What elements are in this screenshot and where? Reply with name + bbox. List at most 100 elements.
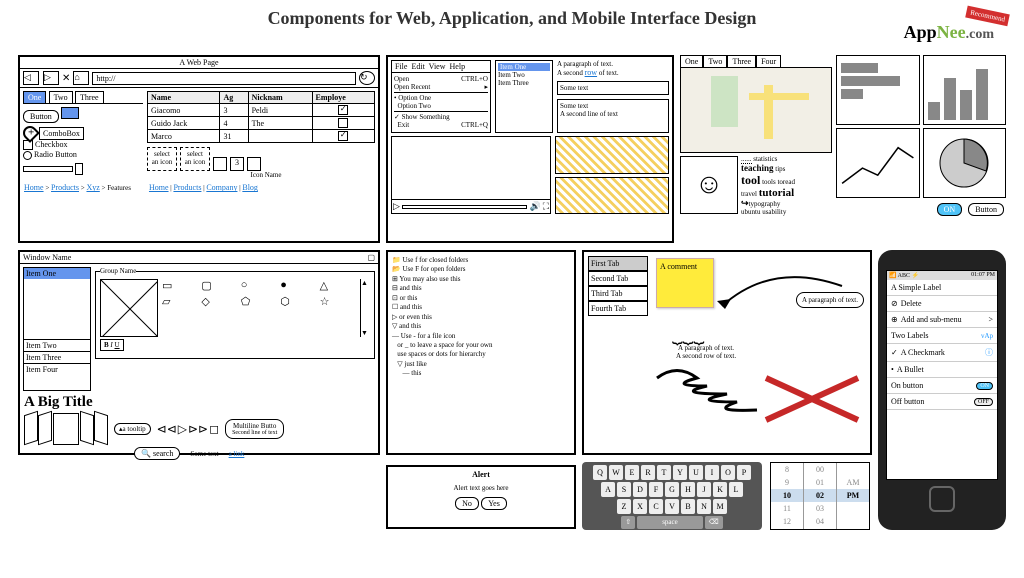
- slider-track[interactable]: [23, 166, 73, 172]
- format-toolbar[interactable]: B I U: [100, 339, 124, 351]
- back-icon[interactable]: ◁: [23, 71, 39, 85]
- tab-three[interactable]: Three: [75, 91, 104, 103]
- menu-edit[interactable]: Edit: [411, 62, 424, 71]
- key[interactable]: M: [713, 499, 727, 514]
- scrollbar[interactable]: ▲▼: [360, 279, 370, 337]
- tree-item[interactable]: ▽ just like: [392, 360, 570, 369]
- menu-item[interactable]: ✓ Show Something: [394, 113, 488, 121]
- key[interactable]: B: [681, 499, 695, 514]
- tab-one[interactable]: One: [23, 91, 46, 103]
- menu-help[interactable]: Help: [450, 62, 466, 71]
- tree-item[interactable]: or _ to leave a space for your own: [392, 341, 570, 350]
- menu-item[interactable]: Open CTRL+O: [394, 75, 488, 83]
- shape-palette[interactable]: ▭▢○●△ ▱◇⬠⬡☆: [162, 279, 356, 337]
- combobox[interactable]: ComboBox: [39, 127, 84, 140]
- tree-item[interactable]: 📂 Use F for open folders: [392, 265, 570, 274]
- play-icon[interactable]: ▷: [393, 201, 400, 212]
- map-widget[interactable]: [680, 67, 832, 153]
- color-swatch[interactable]: [61, 107, 79, 119]
- link[interactable]: a link: [229, 450, 245, 458]
- key[interactable]: K: [713, 482, 727, 497]
- menu-item[interactable]: Open Recent ▸: [394, 83, 488, 91]
- list-item[interactable]: •A Bullet: [887, 362, 997, 378]
- radio[interactable]: [23, 151, 32, 160]
- tree-item[interactable]: ☐ and this: [392, 303, 570, 312]
- menu-file[interactable]: File: [395, 62, 407, 71]
- key[interactable]: L: [729, 482, 743, 497]
- home-icon[interactable]: ⌂: [73, 71, 89, 85]
- progress-bar[interactable]: [402, 205, 528, 209]
- key[interactable]: T: [657, 465, 671, 480]
- tree-item[interactable]: ▷ or even this: [392, 313, 570, 322]
- key[interactable]: Q: [593, 465, 607, 480]
- key[interactable]: Y: [673, 465, 687, 480]
- list-item[interactable]: Off buttonOFF: [887, 394, 997, 410]
- sticky-note[interactable]: A comment: [656, 258, 714, 308]
- tree-item[interactable]: — this: [392, 369, 570, 378]
- table-row[interactable]: Marco31: [148, 130, 375, 143]
- key[interactable]: X: [633, 499, 647, 514]
- list-item[interactable]: A Simple Label: [887, 280, 997, 296]
- list-item[interactable]: ⊘Delete: [887, 296, 997, 312]
- key[interactable]: H: [681, 482, 695, 497]
- key[interactable]: U: [689, 465, 703, 480]
- vtab[interactable]: Second Tab: [588, 271, 648, 286]
- toggle[interactable]: ON: [976, 382, 993, 390]
- textarea[interactable]: Some textA second line of text: [557, 99, 669, 133]
- listbox[interactable]: Item One Item Two Item Three: [495, 60, 553, 133]
- list-item[interactable]: On buttonON: [887, 378, 997, 394]
- tree-item[interactable]: 📁 Use f for closed folders: [392, 256, 570, 265]
- key[interactable]: I: [705, 465, 719, 480]
- play-icon[interactable]: ▷: [178, 422, 187, 437]
- stop-icon[interactable]: ◻: [209, 422, 219, 437]
- tree-item[interactable]: ▽ and this: [392, 322, 570, 331]
- home-button[interactable]: [929, 486, 955, 512]
- menu-view[interactable]: View: [429, 62, 446, 71]
- slider-thumb[interactable]: [75, 163, 83, 175]
- key[interactable]: D: [633, 482, 647, 497]
- button[interactable]: Button: [23, 110, 59, 123]
- tree-item[interactable]: ⊡ or this: [392, 294, 570, 303]
- tree-item[interactable]: — Use - for a file icon: [392, 332, 570, 341]
- prev-icon[interactable]: ⊲⊲: [157, 422, 177, 437]
- table-row[interactable]: Giacomo3Peldi: [148, 104, 375, 117]
- coverflow[interactable]: [24, 413, 108, 445]
- button[interactable]: Button: [968, 203, 1004, 216]
- key[interactable]: Z: [617, 499, 631, 514]
- key[interactable]: F: [649, 482, 663, 497]
- side-list[interactable]: Item One Item Two Item Three Item Four: [23, 267, 91, 391]
- vtab[interactable]: Fourth Tab: [588, 301, 648, 316]
- tree-item[interactable]: ⊞ You may also use this: [392, 275, 570, 284]
- close-icon[interactable]: ▢: [367, 253, 375, 262]
- vtab[interactable]: Third Tab: [588, 286, 648, 301]
- tree-item[interactable]: use spaces or dots for hierarchy: [392, 350, 570, 359]
- url-field[interactable]: http://: [92, 72, 356, 85]
- multiline-button[interactable]: Multiline Butto Second line of text: [225, 419, 284, 439]
- list-item[interactable]: Two LabelsvAp: [887, 328, 997, 344]
- key[interactable]: J: [697, 482, 711, 497]
- key[interactable]: W: [609, 465, 623, 480]
- no-button[interactable]: No: [455, 497, 479, 510]
- tab[interactable]: One: [680, 55, 703, 67]
- fullscreen-icon[interactable]: ⛶: [543, 201, 549, 212]
- volume-icon[interactable]: 🔊: [529, 201, 540, 212]
- text-input[interactable]: Some text: [557, 81, 669, 95]
- yes-button[interactable]: Yes: [481, 497, 507, 510]
- tree-item[interactable]: ⊟ and this: [392, 284, 570, 293]
- icon-placeholder[interactable]: select an icon: [147, 147, 177, 171]
- key[interactable]: A: [601, 482, 615, 497]
- next-icon[interactable]: ⊳⊳: [188, 422, 208, 437]
- key[interactable]: E: [625, 465, 639, 480]
- table-row[interactable]: Guido Jack4The: [148, 117, 375, 130]
- list-item[interactable]: ⊕Add and sub-menu>: [887, 312, 997, 328]
- list-item[interactable]: ✓A Checkmarkⓘ: [887, 344, 997, 362]
- toggle-on[interactable]: ON: [937, 203, 963, 216]
- keyboard[interactable]: QWERTYUIOPASDFGHJKLZXCVBNM⇧ space ⌫: [582, 462, 762, 530]
- stepper-plus[interactable]: [247, 157, 261, 171]
- key[interactable]: C: [649, 499, 663, 514]
- key[interactable]: N: [697, 499, 711, 514]
- key[interactable]: P: [737, 465, 751, 480]
- search-field[interactable]: 🔍 search: [134, 447, 180, 460]
- menu-item[interactable]: • Option One: [394, 94, 488, 102]
- vtab[interactable]: First Tab: [588, 256, 648, 271]
